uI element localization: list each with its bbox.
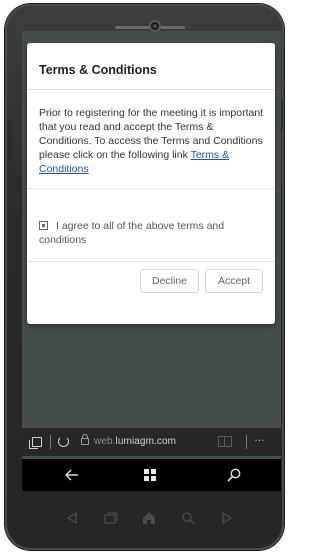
hardware-forward-icon[interactable] [219,510,235,526]
search-icon[interactable] [226,467,242,483]
windows-start-icon[interactable] [144,469,156,481]
dialog-divider [27,188,275,189]
windows-nav-bar [22,459,281,491]
hardware-back-icon[interactable] [64,510,80,526]
decline-button[interactable]: Decline [140,269,199,293]
hardware-tasks-icon[interactable] [102,510,118,526]
agree-label: I agree to all of the above terms and co… [39,220,225,246]
dialog-body: Prior to registering for the meeting it … [39,106,267,176]
tabs-icon[interactable] [29,437,42,449]
url-text[interactable]: web.lumiagm.com [94,436,176,447]
back-arrow-icon[interactable] [64,467,80,483]
dialog-body-text: Prior to registering for the meeting it … [39,107,264,161]
side-button-left [7,119,12,161]
accept-button[interactable]: Accept [205,269,263,293]
agree-checkbox[interactable] [39,221,48,230]
browser-address-bar: web.lumiagm.com … [22,428,281,456]
hardware-search-icon[interactable] [180,510,196,526]
agree-row[interactable]: I agree to all of the above terms and co… [39,219,265,247]
hardware-keys [0,510,289,536]
phone-screen: Terms & Conditions Prior to registering … [22,31,281,491]
url-domain: lumiagm.com [115,436,177,447]
lock-icon [81,434,89,445]
dialog-title: Terms & Conditions [39,63,157,77]
terms-dialog: Terms & Conditions Prior to registering … [27,43,275,324]
toolbar-separator [50,435,51,449]
url-prefix: web. [94,436,116,447]
toolbar-separator [246,435,247,449]
dialog-divider [27,261,275,262]
hardware-home-icon[interactable] [141,510,157,526]
reading-view-icon[interactable] [218,436,232,447]
more-icon[interactable]: … [254,432,266,444]
refresh-icon[interactable] [58,436,69,447]
dialog-divider [27,89,275,90]
